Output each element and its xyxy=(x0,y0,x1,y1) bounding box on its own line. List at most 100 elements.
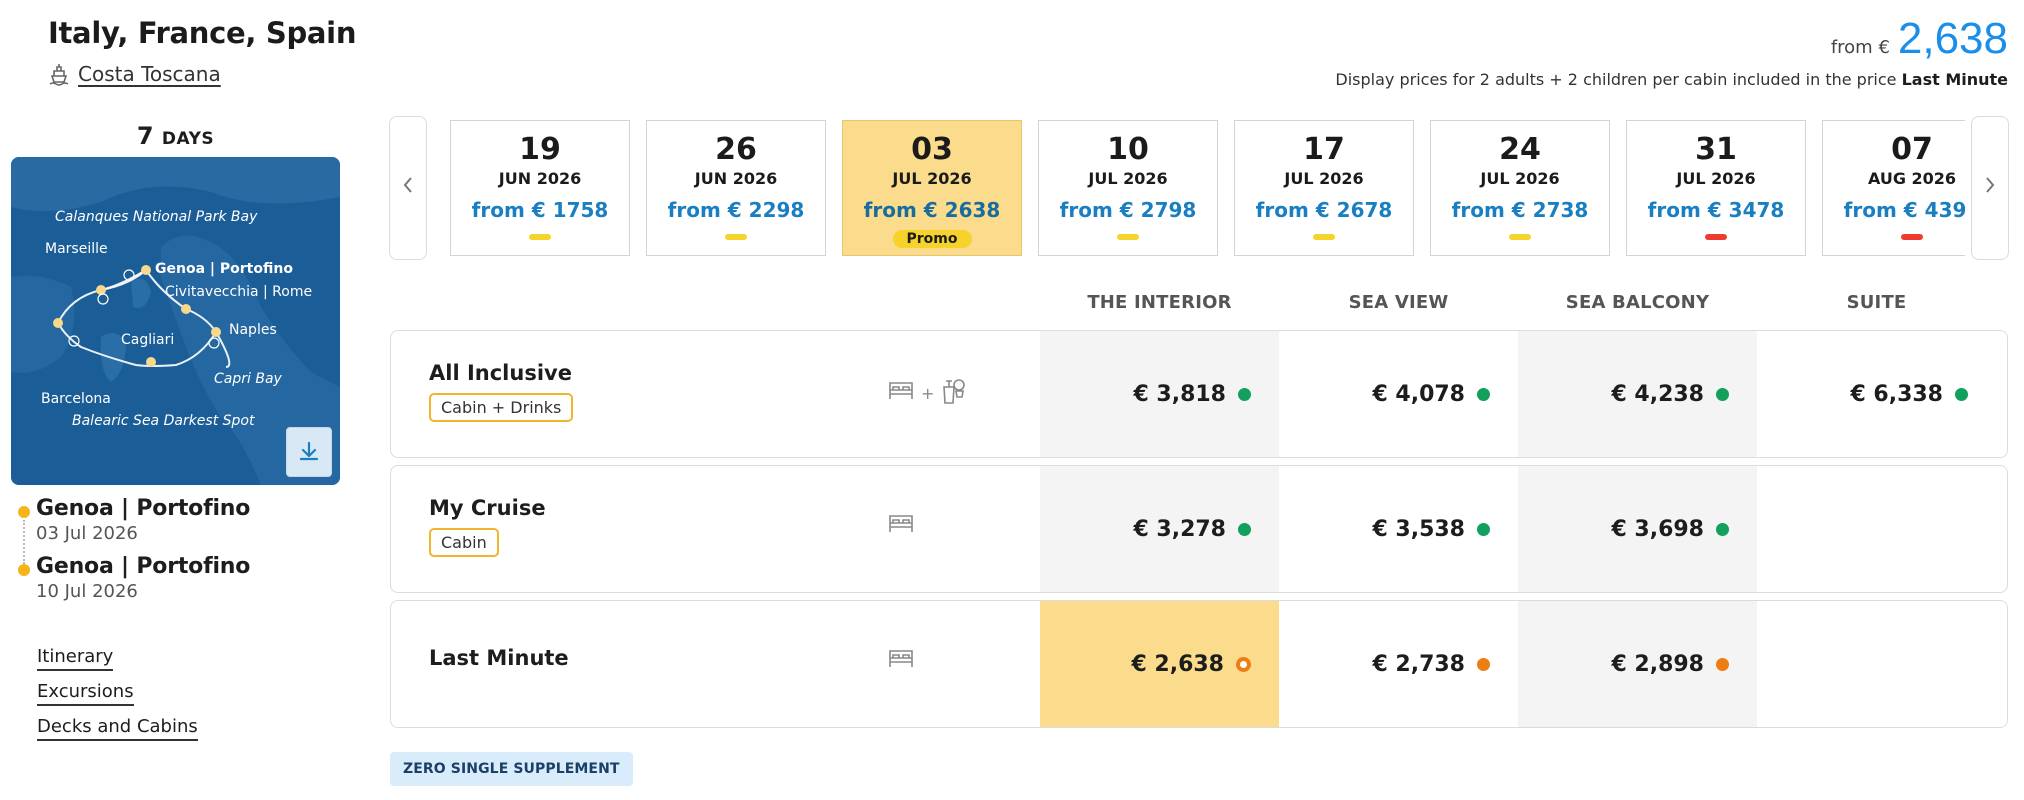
price-cell-interior-selected[interactable]: € 2,638 xyxy=(1040,601,1279,727)
col-header-suite: SUITE xyxy=(1846,292,1907,313)
map-label-calanques: Calanques National Park Bay xyxy=(55,209,258,225)
date-card[interactable]: 17 JUL 2026 from € 2678 xyxy=(1234,120,1414,256)
arrival-port: Genoa | Portofino 10 Jul 2026 xyxy=(18,554,250,602)
headline-price: from € 2,638 xyxy=(1831,14,2008,64)
ship-link[interactable]: Costa Toscana xyxy=(48,62,221,86)
dates-next-button[interactable] xyxy=(1971,116,2009,260)
price-amount: € 2,738 xyxy=(1372,651,1465,677)
price-level-indicator xyxy=(1901,234,1923,240)
price-amount: € 2,638 xyxy=(1131,651,1224,677)
date-month: JUL 2026 xyxy=(1676,169,1756,188)
dates-prev-button[interactable] xyxy=(389,116,427,260)
date-card[interactable]: 10 JUL 2026 from € 2798 xyxy=(1038,120,1218,256)
price-cell-sea-view[interactable]: € 4,078 xyxy=(1279,331,1518,457)
arrival-date: 10 Jul 2026 xyxy=(36,581,138,602)
price-amount: € 2,898 xyxy=(1611,651,1704,677)
date-price: from € 2638 xyxy=(863,198,1001,222)
availability-dot-icon xyxy=(1236,656,1251,672)
price-amount: € 6,338 xyxy=(1850,381,1943,407)
amenity-plus: + xyxy=(921,383,935,403)
price-cell-interior[interactable]: € 3,278 xyxy=(1040,466,1279,592)
date-card[interactable]: 24 JUL 2026 from € 2738 xyxy=(1430,120,1610,256)
date-day: 31 xyxy=(1695,132,1737,167)
availability-dot-icon xyxy=(1477,657,1490,671)
departure-port-name: Genoa | Portofino xyxy=(36,496,251,521)
price-amount: € 3,698 xyxy=(1611,516,1704,542)
days-unit: DAYS xyxy=(161,129,215,149)
price-from-label: from € xyxy=(1830,37,1890,58)
download-icon xyxy=(297,440,321,464)
map-label-naples: Naples xyxy=(229,322,277,338)
chevron-left-icon xyxy=(401,175,415,201)
fare-row-my-cruise: My Cruise Cabin € 3,278 € 3,538 € 3,698 xyxy=(390,465,2008,593)
bed-icon xyxy=(887,512,915,540)
departure-dot-icon xyxy=(18,506,30,518)
date-month: AUG 2026 xyxy=(1867,169,1957,188)
availability-dot-icon xyxy=(1238,522,1251,536)
amenity-icons: + xyxy=(887,377,966,409)
price-level-indicator xyxy=(1509,234,1531,240)
availability-dot-icon xyxy=(1238,387,1251,401)
cruise-links: Itinerary Excursions Decks and Cabins xyxy=(37,646,198,751)
price-cell-sea-balcony[interactable]: € 3,698 xyxy=(1518,466,1757,592)
price-level-indicator xyxy=(725,234,747,240)
dates-carousel: 19 JUN 2026 from € 1758 26 JUN 2026 from € 22… xyxy=(450,118,1965,258)
date-card[interactable]: 07 AUG 2026 from € 4398 xyxy=(1822,120,1965,256)
page-title: Italy, France, Spain xyxy=(48,16,357,50)
arrival-dot-icon xyxy=(18,564,30,576)
map-label-cagliari: Cagliari xyxy=(121,332,175,348)
map-label-genoa: Genoa | Portofino xyxy=(155,261,293,277)
price-level-indicator xyxy=(529,234,551,240)
date-card[interactable]: 26 JUN 2026 from € 2298 xyxy=(646,120,826,256)
col-header-sea-view: SEA VIEW xyxy=(1348,292,1449,313)
excursions-link[interactable]: Excursions xyxy=(37,681,134,706)
availability-dot-icon xyxy=(1716,522,1729,536)
price-cell-suite[interactable]: € 6,338 xyxy=(1757,331,1996,457)
price-cell-sea-balcony[interactable]: € 4,238 xyxy=(1518,331,1757,457)
duration: 7 DAYS xyxy=(11,122,340,150)
date-month: JUN 2026 xyxy=(498,169,582,188)
fare-label: My Cruise xyxy=(429,496,546,520)
price-cell-sea-view[interactable]: € 3,538 xyxy=(1279,466,1518,592)
date-month: JUL 2026 xyxy=(1480,169,1560,188)
availability-dot-icon xyxy=(1477,387,1490,401)
date-price: from € 2298 xyxy=(667,198,805,222)
availability-dot-icon xyxy=(1716,387,1729,401)
price-cell-interior[interactable]: € 3,818 xyxy=(1040,331,1279,457)
date-card[interactable]: 31 JUL 2026 from € 3478 xyxy=(1626,120,1806,256)
fare-label: All Inclusive xyxy=(429,361,572,385)
arrival-port-name: Genoa | Portofino xyxy=(36,554,251,579)
date-month: JUN 2026 xyxy=(694,169,778,188)
availability-dot-icon xyxy=(1477,522,1490,536)
bed-icon xyxy=(887,379,915,407)
promo-badge: Promo xyxy=(892,230,972,248)
decks-cabins-link[interactable]: Decks and Cabins xyxy=(37,716,198,741)
amenity-icons xyxy=(887,512,915,540)
date-price: from € 2738 xyxy=(1451,198,1589,222)
date-price: from € 2678 xyxy=(1255,198,1393,222)
display-note-bold: Last Minute xyxy=(1901,70,2008,89)
date-month: JUL 2026 xyxy=(1284,169,1364,188)
ship-name: Costa Toscana xyxy=(78,62,221,86)
itinerary-link[interactable]: Itinerary xyxy=(37,646,114,671)
map-label-capri: Capri Bay xyxy=(214,371,282,387)
date-month: JUL 2026 xyxy=(892,169,972,188)
map-label-marseille: Marseille xyxy=(45,241,108,257)
date-card[interactable]: 19 JUN 2026 from € 1758 xyxy=(450,120,630,256)
availability-dot-icon xyxy=(1716,657,1729,671)
price-cell-sea-view[interactable]: € 2,738 xyxy=(1279,601,1518,727)
date-day: 07 xyxy=(1891,132,1933,167)
ship-icon xyxy=(48,62,70,86)
price-from-value: 2,638 xyxy=(1897,14,2008,63)
date-price: from € 2798 xyxy=(1059,198,1197,222)
departure-port: Genoa | Portofino 03 Jul 2026 xyxy=(18,496,250,544)
map-download-button[interactable] xyxy=(286,427,332,477)
fare-tag: Cabin xyxy=(429,528,499,557)
date-day: 24 xyxy=(1499,132,1541,167)
price-amount: € 4,238 xyxy=(1611,381,1704,407)
bed-icon xyxy=(887,647,915,675)
itinerary-map[interactable]: Calanques National Park Bay Marseille Ge… xyxy=(11,157,340,485)
price-cell-sea-balcony[interactable]: € 2,898 xyxy=(1518,601,1757,727)
display-note: Display prices for 2 adults + 2 children… xyxy=(1335,70,2008,89)
date-card[interactable]: 03 JUL 2026 from € 2638 Promo xyxy=(842,120,1022,256)
